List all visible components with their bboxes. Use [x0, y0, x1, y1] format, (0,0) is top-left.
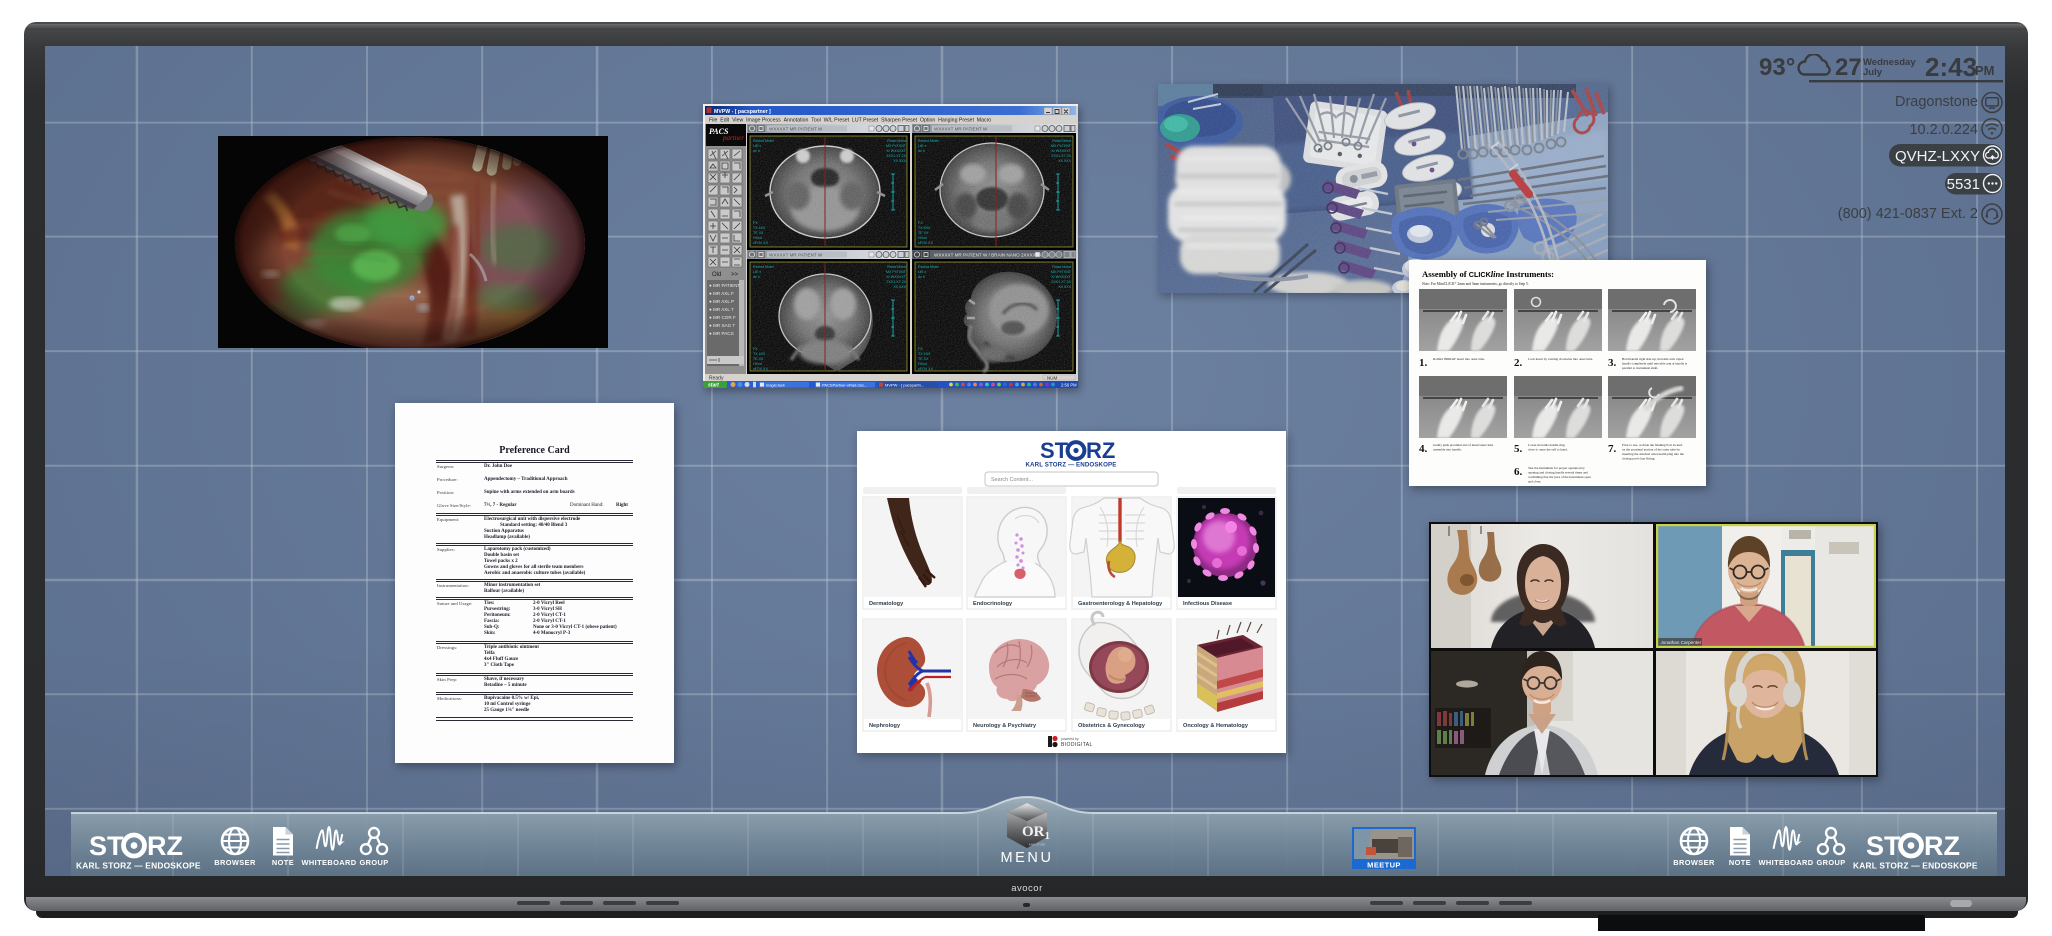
svg-text:Neurology & Psychiatry: Neurology & Psychiatry	[973, 723, 1037, 729]
svg-text:10.2.0.224: 10.2.0.224	[1909, 122, 1978, 138]
svg-text:Infectious Disease: Infectious Disease	[1183, 601, 1232, 607]
svg-text:handle completely until movabl: handle completely until movable arm at h…	[1622, 362, 1688, 366]
svg-text:27: 27	[1835, 54, 1862, 81]
svg-text:RZ: RZ	[147, 831, 183, 861]
svg-text:KARL STORZ — ENDOSKOPE: KARL STORZ — ENDOSKOPE	[1853, 861, 1978, 871]
svg-text:Xr WXXXXT: Xr WXXXXT	[886, 149, 907, 153]
svg-text:WXXXXT MR PATIENT W: WXXXXT MR PATIENT W	[769, 253, 823, 258]
svg-text:7.: 7.	[1608, 443, 1617, 455]
svg-text:MVPW - [ pacspartner ]: MVPW - [ pacspartner ]	[714, 109, 771, 115]
svg-text:powered by: powered by	[1061, 737, 1079, 741]
svg-text:Lock insert by rotating clockw: Lock insert by rotating clockwise into o…	[1528, 357, 1593, 361]
svg-text:partner: partner	[722, 134, 744, 142]
svg-text:>>: >>	[731, 272, 739, 278]
svg-text:July: July	[1863, 67, 1883, 78]
svg-text:RZ: RZ	[1924, 831, 1960, 861]
svg-text:HXxd: HXxd	[753, 236, 762, 240]
svg-text:Rxxtxd Mxtxt: Rxxtxd Mxtxt	[753, 139, 774, 143]
svg-text:MEETUP: MEETUP	[1367, 861, 1401, 870]
svg-text:LtE x: LtE x	[753, 144, 761, 148]
svg-text:KARL STORZ — ENDOSKOPE: KARL STORZ — ENDOSKOPE	[76, 861, 201, 871]
svg-text:2.: 2.	[1514, 357, 1523, 369]
svg-text:QVHZ-LXXY: QVHZ-LXXY	[1895, 148, 1980, 165]
svg-text:● MR AXL T: ● MR AXL T	[709, 307, 734, 312]
svg-text:(800) 421-0837 Ext. 2: (800) 421-0837 Ext. 2	[1838, 206, 1978, 222]
svg-text:closing port's luer fitting.: closing port's luer fitting.	[1622, 457, 1655, 461]
svg-text:● MR PATIENT: ● MR PATIENT	[709, 283, 740, 288]
svg-text:BROWSER: BROWSER	[214, 858, 256, 867]
svg-text:MX PxTXNT: MX PxTXNT	[886, 144, 907, 148]
svg-text:2:43: 2:43	[1925, 54, 1977, 82]
svg-text:Ready: Ready	[709, 376, 724, 382]
svg-text:5531: 5531	[1947, 176, 1980, 193]
svg-text:Endocrinology: Endocrinology	[973, 601, 1013, 607]
svg-text:Nephrology: Nephrology	[869, 723, 901, 729]
svg-text:Dragonstone: Dragonstone	[1895, 94, 1978, 110]
svg-text:5.: 5.	[1514, 443, 1523, 455]
svg-text:Jonathan Carpenter: Jonathan Carpenter	[1661, 640, 1702, 645]
svg-text:ST: ST	[89, 831, 124, 861]
svg-text:Hold handle right side up; mov: Hold handle right side up; movable arm. …	[1622, 357, 1684, 361]
svg-text:2XX1.X7.2X: 2XX1.X7.2X	[886, 154, 906, 158]
svg-text:PACSPartner-vRad.doc...: PACSPartner-vRad.doc...	[822, 382, 867, 387]
svg-text:NUM: NUM	[1047, 376, 1057, 381]
svg-text:XX 5XX: XX 5XX	[893, 159, 906, 163]
svg-text:MENU: MENU	[1000, 850, 1053, 866]
svg-text:Old: Old	[712, 272, 721, 278]
svg-text:Gently push proximal end of in: Gently push proximal end of insert/outer…	[1433, 443, 1494, 447]
svg-text:GROUP: GROUP	[359, 858, 388, 867]
svg-text:File Edit View Image Proces: File Edit View Image Process Annotation …	[709, 118, 991, 124]
svg-text:avocor: avocor	[1011, 883, 1043, 894]
svg-text:● MR PACS: ● MR PACS	[709, 331, 734, 336]
svg-text:Assembly of CLICKline Instrume: Assembly of CLICKline Instruments:	[1422, 269, 1554, 279]
svg-text:● MR SAG T: ● MR SAG T	[709, 323, 735, 328]
svg-text:WHITEBOARD: WHITEBOARD	[302, 858, 357, 867]
svg-text:Test the instrument for proper: Test the instrument for proper operation…	[1528, 466, 1585, 470]
svg-text:RZ: RZ	[1086, 438, 1115, 463]
svg-text:ST: ST	[1866, 831, 1901, 861]
svg-text:xFOV XX: xFOV XX	[753, 241, 769, 245]
svg-text:start: start	[708, 383, 719, 389]
svg-text:Rollind INRRAY insert into out: Rollind INRRAY insert into outer tube.	[1433, 357, 1485, 361]
svg-text:PM: PM	[1975, 63, 1995, 78]
svg-text:TX 4XX: TX 4XX	[753, 226, 766, 230]
svg-text:4.: 4.	[1419, 443, 1428, 455]
svg-text:Search Content...: Search Content...	[991, 477, 1033, 483]
svg-text:TE XX: TE XX	[753, 231, 764, 235]
svg-text:magicJack: magicJack	[766, 382, 785, 387]
svg-text:Gastroenterology & Hepatology: Gastroenterology & Hepatology	[1078, 601, 1163, 607]
svg-text:Dermatology: Dermatology	[869, 601, 904, 607]
svg-text:● MR AXL F: ● MR AXL F	[709, 291, 734, 296]
svg-text:close to outer the self to han: close to outer the self to hand.	[1528, 448, 1568, 452]
svg-text:2:56 PM: 2:56 PM	[1061, 383, 1077, 388]
svg-text:BIODIGITAL: BIODIGITAL	[1061, 742, 1093, 748]
svg-text:MVPW - [ pacspartn...: MVPW - [ pacspartn...	[885, 382, 924, 387]
svg-text:Oncology & Hematology: Oncology & Hematology	[1183, 723, 1249, 729]
svg-text:assembly into handle.: assembly into handle.	[1433, 448, 1462, 452]
svg-text:WXXXXT MR PATIENT W: WXXXXT MR PATIENT W	[934, 127, 988, 132]
svg-text:93°: 93°	[1759, 54, 1795, 81]
svg-text:6.: 6.	[1514, 466, 1523, 478]
svg-text:on the proximal portion of the: on the proximal portion of the outer tub…	[1622, 448, 1680, 452]
svg-text:inserting the attached outer/s: inserting the attached outer/sealth plug…	[1622, 452, 1684, 456]
svg-text:1.: 1.	[1419, 357, 1428, 369]
svg-text:KARL STORZ: KARL STORZ	[1029, 843, 1046, 847]
svg-text:confirming that the jaws of th: confirming that the jaws of the instrume…	[1528, 475, 1591, 479]
svg-text:NOTE: NOTE	[272, 858, 294, 867]
svg-text:KARL STORZ — ENDOSKOPE: KARL STORZ — ENDOSKOPE	[1025, 462, 1116, 469]
svg-text:WXXXXT MR PATIENT W: WXXXXT MR PATIENT W	[769, 127, 823, 132]
svg-text:parallel to instrument shaft.: parallel to instrument shaft.	[1622, 366, 1658, 370]
svg-text:ST: ST	[1040, 438, 1069, 463]
svg-text:3.: 3.	[1608, 357, 1617, 369]
svg-text:Obstetrics & Gynecology: Obstetrics & Gynecology	[1078, 723, 1146, 729]
svg-text:Rxtxd Mxtxt: Rxtxd Mxtxt	[887, 139, 906, 143]
svg-text:and close.: and close.	[1528, 480, 1541, 484]
svg-text:● MR COR F: ● MR COR F	[709, 315, 736, 320]
svg-text:● MR AXL P: ● MR AXL P	[709, 299, 734, 304]
svg-text:FX: FX	[753, 221, 758, 225]
svg-text:dx h: dx h	[753, 149, 760, 153]
svg-text:opening and closing handle sev: opening and closing handle several times…	[1528, 471, 1588, 475]
